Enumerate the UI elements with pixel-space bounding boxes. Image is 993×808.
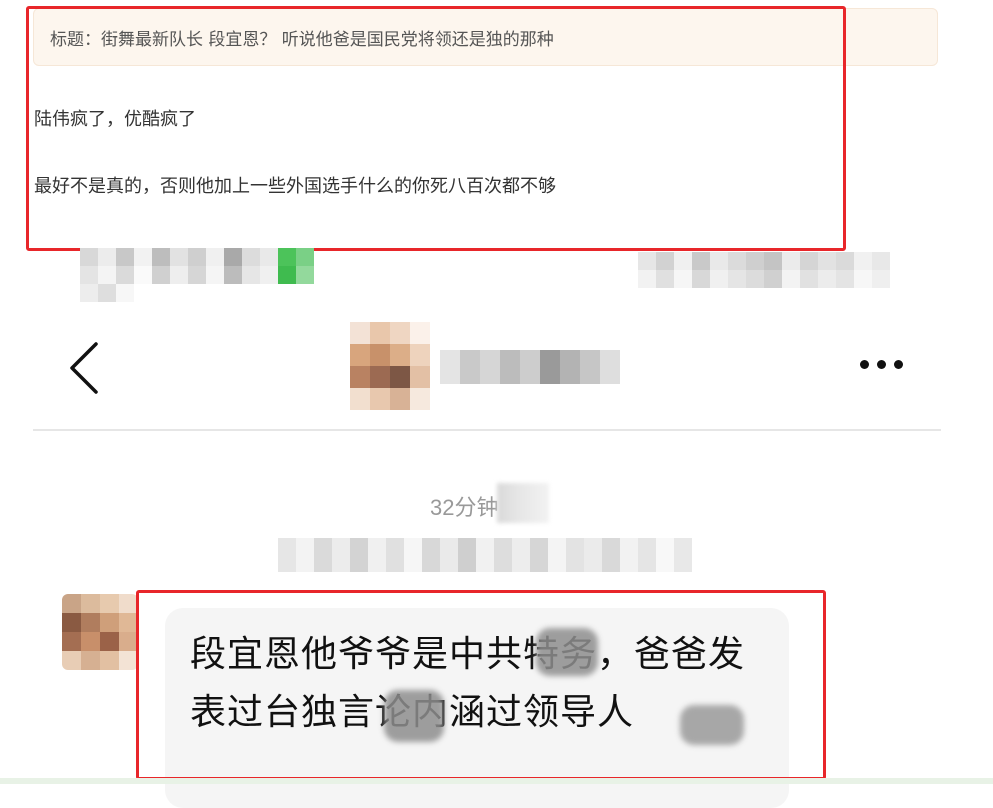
- more-dots-icon[interactable]: [860, 360, 903, 369]
- header-divider: [33, 429, 941, 431]
- chevron-left-icon[interactable]: [66, 340, 106, 396]
- time-censor-mask: [497, 483, 549, 523]
- highlight-box-post: [26, 6, 846, 251]
- contact-name-censored: [440, 350, 620, 384]
- sender-avatar[interactable]: [62, 594, 138, 670]
- bottom-strip: [0, 778, 993, 784]
- censored-subtitle: [278, 538, 692, 572]
- censored-status-left: [80, 248, 314, 266]
- message-time: 32分钟: [430, 495, 499, 520]
- avatar[interactable]: [350, 322, 430, 410]
- highlight-box-message: [136, 590, 826, 780]
- censored-status-right: [638, 252, 890, 270]
